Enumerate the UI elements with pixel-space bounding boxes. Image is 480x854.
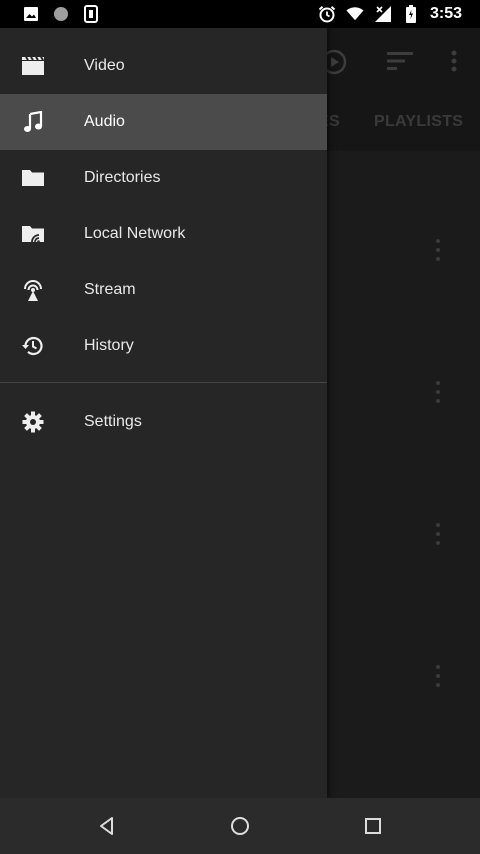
- back-icon[interactable]: [95, 814, 119, 838]
- music-note-icon: [21, 110, 45, 134]
- drawer-item-history[interactable]: History: [0, 318, 327, 374]
- status-right-icons: 3:53: [318, 0, 462, 28]
- drawer-item-directories[interactable]: Directories: [0, 150, 327, 206]
- drawer-item-label: Stream: [84, 281, 136, 298]
- signal-icon: [374, 5, 392, 23]
- drawer-item-label: Local Network: [84, 225, 186, 242]
- image-icon: [22, 5, 40, 23]
- folder-icon: [21, 166, 45, 190]
- stream-icon: [21, 278, 45, 302]
- drawer-item-audio[interactable]: Audio: [0, 94, 327, 150]
- item-menu-icon: [434, 523, 442, 545]
- tab-playlists: PLAYLISTS: [374, 113, 464, 130]
- status-bar: 3:53: [0, 0, 480, 28]
- overflow-menu-icon: [450, 50, 458, 77]
- drawer-item-label: Audio: [84, 113, 125, 130]
- drawer-item-label: Directories: [84, 169, 161, 186]
- drawer-divider: [0, 382, 327, 383]
- circle-icon: [52, 5, 70, 23]
- history-icon: [21, 334, 45, 358]
- navigation-drawer: Video Audio Directories Local Network St…: [0, 28, 327, 798]
- network-folder-icon: [21, 222, 45, 246]
- item-menu-icon: [434, 239, 442, 261]
- sim-icon: [82, 5, 100, 23]
- alarm-icon: [318, 5, 336, 23]
- status-left-icons: [0, 5, 100, 23]
- item-menu-icon: [434, 381, 442, 403]
- drawer-item-label: Video: [84, 57, 125, 74]
- drawer-item-label: Settings: [84, 413, 142, 430]
- drawer-item-local-network[interactable]: Local Network: [0, 206, 327, 262]
- home-icon[interactable]: [228, 814, 252, 838]
- item-menu-icon: [434, 665, 442, 687]
- system-navigation-bar: [0, 798, 480, 854]
- wifi-icon: [346, 5, 364, 23]
- drawer-item-label: History: [84, 337, 134, 354]
- drawer-item-settings[interactable]: Settings: [0, 394, 327, 450]
- battery-icon: [402, 5, 420, 23]
- drawer-item-video[interactable]: Video: [0, 38, 327, 94]
- gear-icon: [21, 410, 45, 434]
- video-icon: [21, 54, 45, 78]
- status-time: 3:53: [429, 5, 462, 22]
- sort-icon: [387, 50, 415, 77]
- drawer-item-stream[interactable]: Stream: [0, 262, 327, 318]
- recents-icon[interactable]: [361, 814, 385, 838]
